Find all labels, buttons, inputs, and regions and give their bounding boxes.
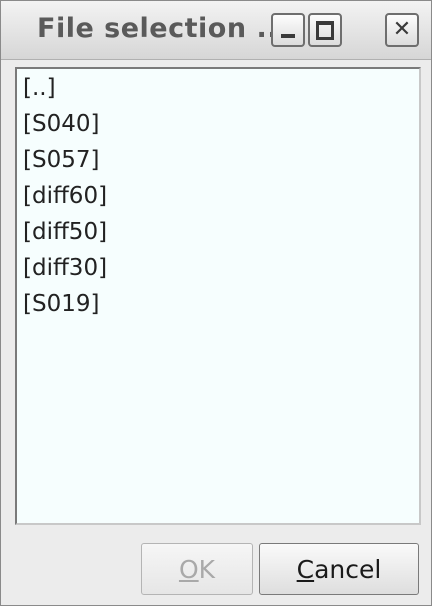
close-button[interactable]: ✕ — [385, 13, 419, 47]
ok-label-rest: K — [198, 554, 216, 584]
list-item[interactable]: [S057] — [23, 147, 99, 173]
window-title: File selection ... — [37, 13, 289, 44]
cancel-mnemonic: C — [296, 554, 315, 584]
minimize-icon — [281, 34, 295, 38]
minimize-button[interactable] — [271, 13, 305, 47]
cancel-label-rest: ancel — [314, 554, 382, 584]
maximize-button[interactable] — [308, 13, 342, 47]
list-item[interactable]: [S019] — [23, 291, 99, 317]
list-item[interactable]: [S040] — [23, 111, 99, 137]
file-list[interactable]: [..] [S040] [S057] [diff60] [diff50] [di… — [15, 67, 421, 525]
list-item[interactable]: [diff50] — [23, 219, 107, 245]
cancel-button[interactable]: Cancel — [259, 543, 419, 595]
maximize-icon — [316, 20, 334, 40]
ok-button[interactable]: OK — [141, 543, 253, 595]
title-bar[interactable]: File selection ... ✕ — [1, 1, 431, 60]
close-icon: ✕ — [392, 17, 412, 42]
list-item[interactable]: [diff30] — [23, 255, 107, 281]
list-item[interactable]: [diff60] — [23, 183, 107, 209]
ok-mnemonic: O — [178, 554, 199, 584]
list-item-parent-dir[interactable]: [..] — [23, 75, 56, 101]
file-selection-dialog: File selection ... ✕ [..] [S040] [S057] … — [0, 0, 432, 606]
